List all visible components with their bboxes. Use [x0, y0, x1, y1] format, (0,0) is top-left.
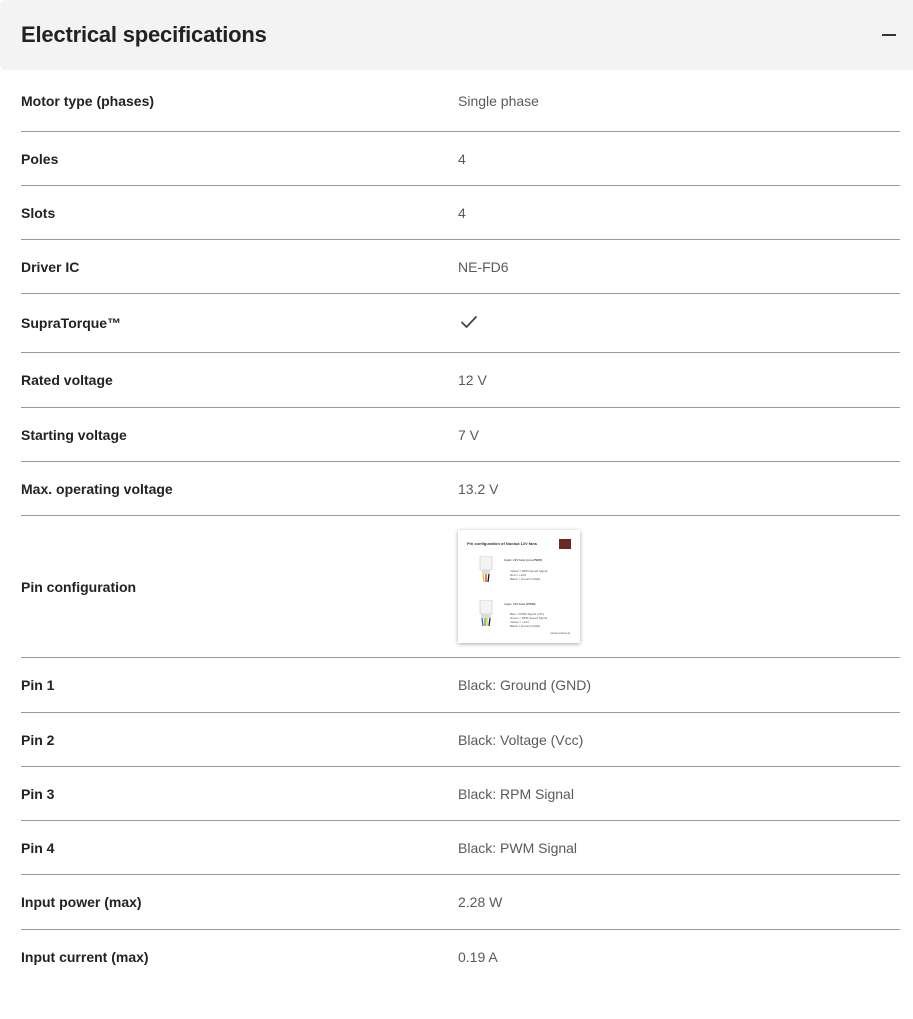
spec-value: Black: Voltage (Vcc)	[458, 731, 584, 748]
spec-label: Input current (max)	[21, 949, 149, 965]
spec-value: 7 V	[458, 426, 480, 443]
thumbnail-block2-title: 4-pin: 12V fans (PWM)	[504, 602, 536, 606]
spec-row: Pin 2 Black: Voltage (Vcc)	[21, 713, 900, 767]
spec-label: Pin configuration	[21, 578, 137, 595]
checkmark-icon	[461, 315, 477, 328]
spec-label: Pin 2	[21, 731, 55, 748]
three-pin-connector-icon	[479, 556, 493, 583]
spec-value: 4	[458, 150, 466, 167]
spec-label: SupraTorque™	[21, 315, 122, 331]
thumbnail-text: Black = Ground (GND)	[510, 577, 541, 581]
spec-row: Starting voltage 7 V	[21, 408, 900, 462]
electrical-specifications-panel: Electrical specifications Motor type (ph…	[0, 0, 913, 984]
thumbnail-block1-title: 3-pin: 12V fans (non-PWM)	[504, 558, 542, 562]
panel-title: Electrical specifications	[21, 22, 267, 47]
spec-row: Pin 4 Black: PWM Signal	[21, 821, 900, 875]
spec-row: Driver IC NE-FD6	[21, 240, 900, 294]
spec-row: Pin 3 Black: RPM Signal	[21, 767, 900, 821]
spec-row: Pin configuration Pin configuration of N…	[21, 516, 900, 658]
spec-label: Max. operating voltage	[21, 480, 173, 497]
spec-value: 12 V	[458, 372, 487, 388]
thumbnail-footer: www.noctua.at	[550, 631, 570, 635]
spec-value: Black: RPM Signal	[458, 785, 574, 802]
noctua-logo-icon	[559, 539, 571, 549]
spec-label: Starting voltage	[21, 426, 127, 443]
spec-row: Max. operating voltage 13.2 V	[21, 462, 900, 516]
spec-value: Black: PWM Signal	[458, 839, 578, 856]
spec-row: Poles 4	[21, 132, 900, 186]
spec-row: Rated voltage 12 V	[21, 353, 900, 408]
spec-label: Driver IC	[21, 258, 80, 275]
spec-label: Rated voltage	[21, 372, 113, 388]
spec-row: Input power (max) 2.28 W	[21, 875, 900, 930]
spec-row: Pin 1 Black: Ground (GND)	[21, 658, 900, 713]
spec-row: Slots 4	[21, 186, 900, 240]
spec-label: Pin 3	[21, 785, 55, 802]
spec-value: Single phase	[458, 92, 539, 109]
spec-table: Motor type (phases) Single phase Poles 4…	[21, 70, 900, 984]
thumbnail-title: Pin configuration of Noctua 12V fans	[467, 541, 538, 546]
spec-label: Pin 4	[21, 839, 55, 856]
spec-value: 13.2 V	[458, 480, 499, 497]
panel-header[interactable]: Electrical specifications	[0, 0, 913, 70]
spec-label: Input power (max)	[21, 894, 142, 910]
spec-label: Slots	[21, 204, 56, 221]
spec-value	[458, 315, 478, 332]
spec-label: Pin 1	[21, 677, 55, 693]
pin-configuration-thumbnail[interactable]: Pin configuration of Noctua 12V fans 3-p…	[458, 530, 580, 643]
spec-label: Poles	[21, 150, 59, 167]
four-pin-connector-icon	[479, 600, 493, 627]
thumbnail-text: Black = Ground (GND)	[510, 624, 541, 628]
minus-icon	[882, 34, 896, 36]
spec-label: Motor type (phases)	[21, 92, 155, 109]
spec-value: 0.19 A	[458, 949, 498, 965]
spec-row: Input current (max) 0.19 A	[21, 930, 900, 984]
spec-row: Motor type (phases) Single phase	[21, 70, 900, 132]
spec-value: Black: Ground (GND)	[458, 677, 592, 693]
spec-row: SupraTorque™	[21, 294, 900, 353]
spec-value: 4	[458, 204, 466, 221]
spec-value: 2.28 W	[458, 894, 503, 910]
collapse-button[interactable]	[879, 25, 899, 45]
spec-value: Pin configuration of Noctua 12V fans 3-p…	[458, 530, 580, 643]
spec-value: NE-FD6	[458, 258, 509, 275]
